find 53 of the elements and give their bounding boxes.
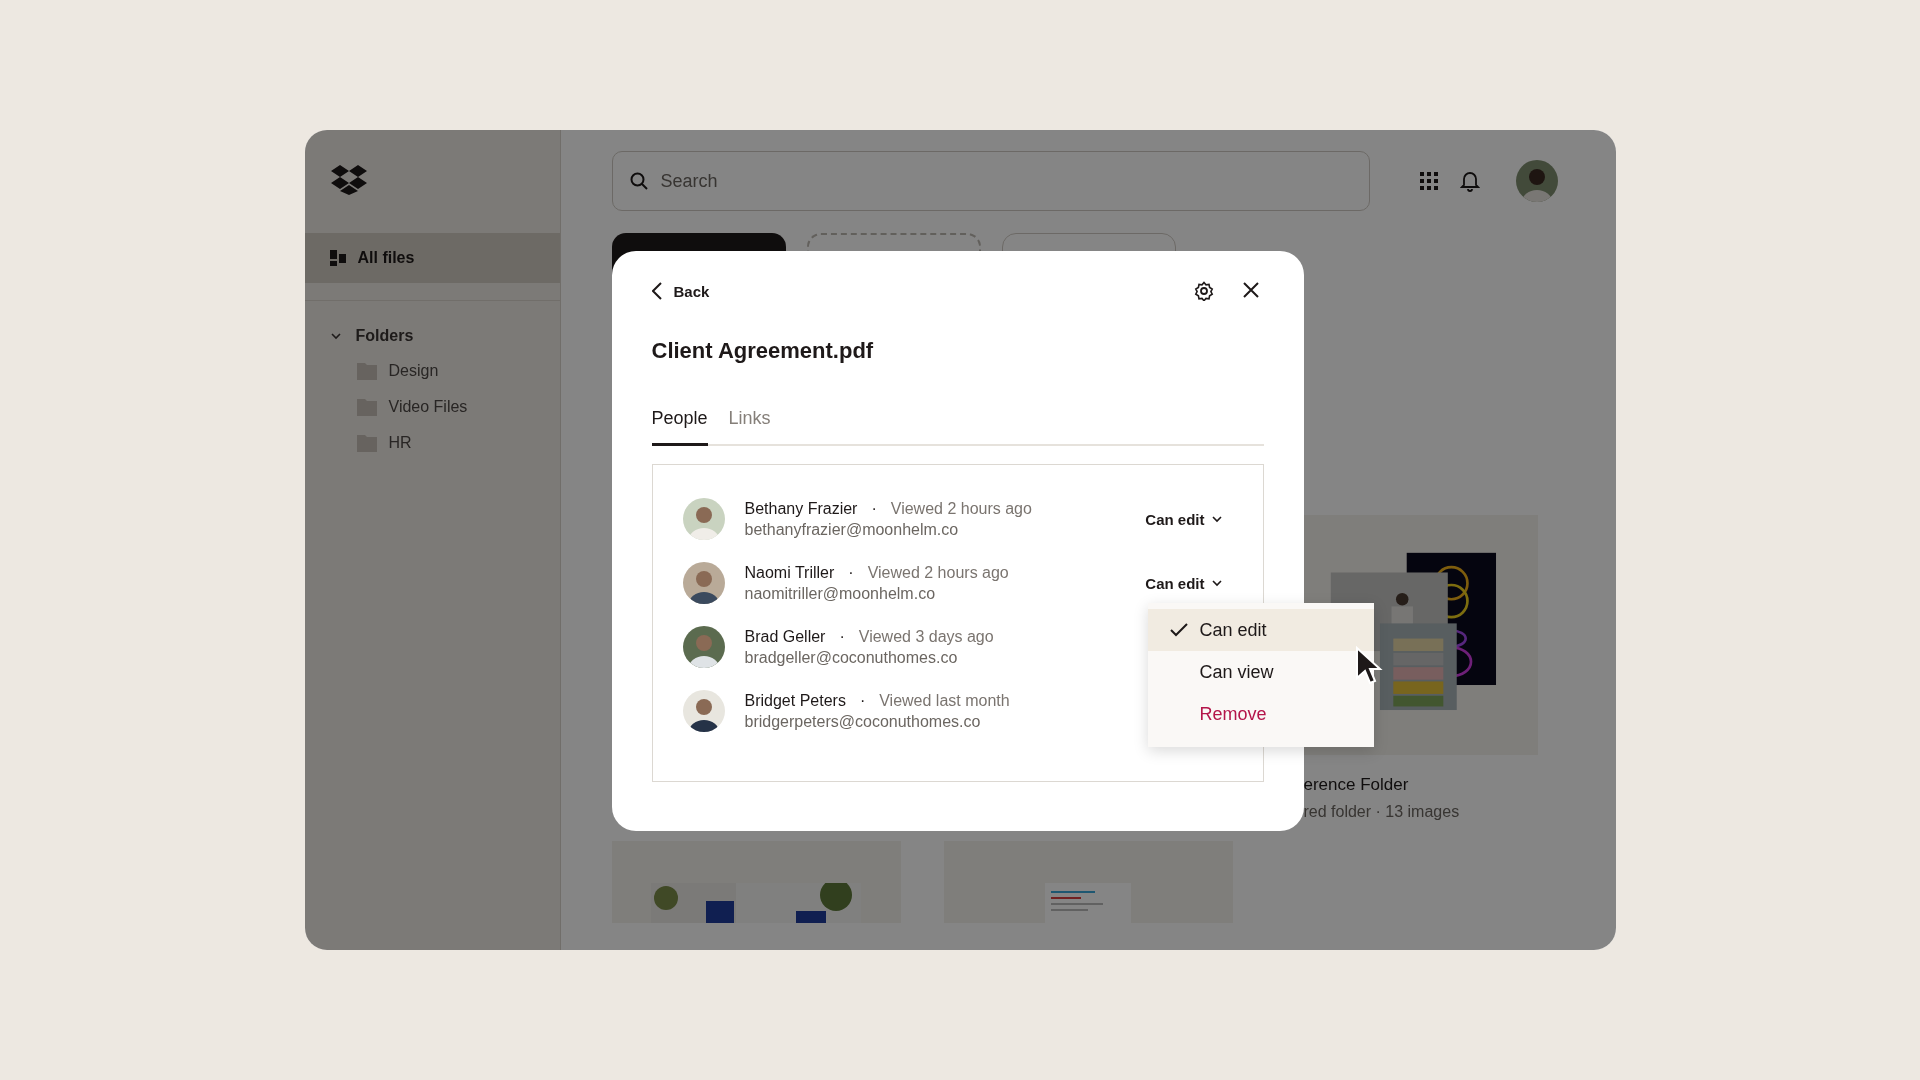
last-viewed: Viewed 3 days ago — [858, 627, 994, 646]
permission-dropdown[interactable]: Can edit — [1145, 574, 1223, 592]
avatar — [682, 690, 725, 732]
folder-icon — [356, 434, 377, 452]
person-email: bridgerpeters@coconuthomes.co — [744, 712, 981, 731]
separator-dot: · — [848, 563, 854, 582]
folder-item[interactable]: Design — [388, 362, 439, 380]
folder-title: erence Folder — [1303, 775, 1410, 795]
separator-dot: · — [871, 499, 877, 518]
last-viewed: Viewed 2 hours ago — [867, 563, 1009, 582]
dialog-title: Client Agreement.pdf — [651, 338, 875, 364]
chevron-left-icon — [651, 282, 662, 300]
permission-dropdown[interactable]: Can edit — [1145, 510, 1223, 528]
person-name: Bethany Frazier — [744, 499, 858, 518]
file-card[interactable] — [611, 841, 901, 923]
profile-avatar[interactable] — [1515, 160, 1558, 202]
folder-icon — [356, 398, 377, 416]
person-name: Naomi Triller — [744, 563, 835, 582]
nav-item[interactable]: All files — [304, 233, 560, 283]
chevron-down-icon — [329, 330, 342, 342]
back-button[interactable]: Back — [651, 282, 710, 300]
folders-toggle[interactable]: Folders — [304, 327, 560, 345]
tab[interactable]: People — [651, 408, 708, 446]
person-email: bethanyfrazier@moonhelm.co — [744, 520, 959, 539]
person-name: Bridget Peters — [744, 691, 846, 710]
person-email: naomitriller@moonhelm.co — [744, 584, 936, 603]
avatar — [682, 562, 725, 604]
chevron-down-icon — [1210, 513, 1223, 525]
avatar — [682, 498, 725, 540]
menu-item[interactable]: Can edit — [1147, 609, 1374, 651]
close-icon — [1241, 281, 1260, 299]
files-icon — [329, 250, 346, 266]
folder-item[interactable]: Video Files — [388, 398, 468, 416]
menu-item[interactable]: Remove — [1147, 693, 1374, 735]
tab[interactable]: Links — [728, 408, 771, 446]
folder-item[interactable]: HR — [388, 434, 412, 452]
separator-dot: · — [859, 691, 866, 710]
separator-dot: · — [839, 627, 845, 646]
folder-icon — [356, 362, 377, 380]
last-viewed: Viewed 2 hours ago — [890, 499, 1032, 518]
search-icon — [629, 172, 648, 190]
person-name: Brad Geller — [744, 627, 826, 646]
check-icon — [1169, 623, 1188, 637]
settings-icon — [1193, 281, 1214, 301]
box-logo-icon — [330, 165, 367, 195]
chevron-down-icon — [1210, 577, 1223, 589]
apps-grid-icon[interactable] — [1419, 172, 1438, 190]
search-field[interactable]: Search — [611, 151, 1370, 211]
person-email: bradgeller@coconuthomes.co — [744, 648, 958, 667]
avatar — [682, 626, 725, 668]
last-viewed: Viewed last month — [879, 691, 1010, 710]
bell-icon[interactable] — [1459, 170, 1480, 192]
folder-details: red folder · 13 images — [1303, 803, 1461, 821]
